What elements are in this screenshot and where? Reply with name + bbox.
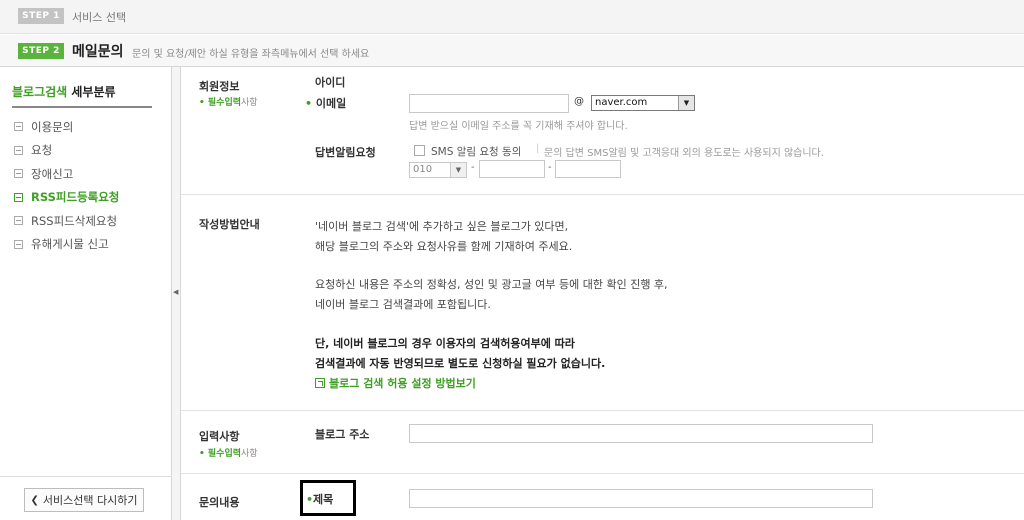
- minus-box-icon: [14, 169, 23, 179]
- sidebar-item-request[interactable]: 요청: [14, 139, 119, 163]
- sidebar-menu: 이용문의 요청 장애신고 RSS피드등록요청 RSS피드삭제요청 유해게시물 신…: [14, 115, 119, 256]
- sidebar-heading-category: 블로그검색: [12, 85, 68, 99]
- page-title: 메일문의: [72, 44, 124, 60]
- guide-notice: 단, 네이버 블로그의 경우 이용자의 검색허용여부에 따라: [315, 337, 575, 350]
- dropdown-arrow-icon: ▼: [450, 163, 466, 177]
- separator: |: [536, 143, 540, 154]
- minus-box-icon: [14, 145, 23, 155]
- sms-consent-checkbox[interactable]: [414, 145, 425, 156]
- section-divider: [181, 194, 1024, 195]
- step1-label[interactable]: 서비스 선택: [72, 9, 126, 25]
- reselect-service-label: 서비스선택 다시하기: [42, 494, 138, 507]
- minus-box-icon: [14, 239, 23, 249]
- section-divider: [181, 473, 1024, 474]
- dropdown-arrow-icon: ▼: [678, 96, 694, 110]
- sidebar-heading: 블로그검색 세부분류: [12, 83, 152, 108]
- external-link-icon: [315, 378, 325, 388]
- step1-badge: STEP 1: [18, 8, 64, 24]
- email-domain-select[interactable]: naver.com ▼: [591, 95, 695, 111]
- collapse-arrow-icon[interactable]: ◀: [173, 288, 178, 296]
- sidebar-item-label: RSS피드등록요청: [31, 190, 120, 205]
- required-dot-icon: •: [305, 97, 313, 110]
- sidebar-item-label: 장애신고: [31, 166, 74, 181]
- step2-badge: STEP 2: [18, 43, 64, 59]
- answer-alert-label: 답변알림요청: [315, 146, 376, 159]
- guide-text: 네이버 블로그 검색결과에 포함됩니다.: [315, 298, 491, 311]
- email-hint: 답변 받으실 이메일 주소를 꼭 기재해 주셔야 합니다.: [409, 121, 628, 132]
- email-label: • 이메일: [305, 97, 347, 110]
- phone-dash: -: [548, 162, 552, 173]
- minus-box-icon: [14, 216, 23, 226]
- phone-prefix-select[interactable]: 010 ▼: [409, 162, 467, 178]
- phone-dash: -: [471, 162, 475, 173]
- section-divider: [181, 410, 1024, 411]
- email-input[interactable]: [409, 94, 569, 113]
- sidebar-footer: ❮ 서비스선택 다시하기: [0, 476, 172, 520]
- sidebar-item-label: 유해게시물 신고: [31, 237, 109, 252]
- sidebar-item-label: 요청: [31, 143, 53, 158]
- step1-bar: STEP 1 서비스 선택: [0, 0, 1024, 34]
- phone-last-input[interactable]: [555, 160, 621, 178]
- guide-text: '네이버 블로그 검색'에 추가하고 싶은 블로그가 있다면,: [315, 220, 569, 233]
- phone-middle-input[interactable]: [479, 160, 545, 178]
- phone-prefix-value: 010: [413, 164, 433, 175]
- sidebar-heading-sub: 세부분류: [71, 85, 116, 99]
- guide-notice: 검색결과에 자동 반영되므로 별도로 신청하실 필요가 없습니다.: [315, 357, 606, 370]
- sidebar-item-rss-register[interactable]: RSS피드등록요청: [14, 186, 119, 210]
- form-area: 회원정보 • 필수입력사항 아이디 • 이메일 @ naver.com ▼ 답변…: [181, 67, 1024, 520]
- sidebar-item-usage-inquiry[interactable]: 이용문의: [14, 115, 119, 139]
- chevron-left-icon: ❮: [30, 494, 39, 506]
- minus-box-icon: [14, 192, 23, 202]
- sidebar-item-label: 이용문의: [31, 119, 74, 134]
- blog-address-input[interactable]: [409, 424, 873, 443]
- step2-bar: STEP 2 메일문의 문의 및 요청/제안 하실 유형을 좌측메뉴에서 선택 …: [0, 35, 1024, 67]
- sidebar: 블로그검색 세부분류 이용문의 요청 장애신고 RSS피드등록요청 RSS피드삭…: [0, 67, 172, 520]
- blog-address-label: 블로그 주소: [315, 428, 370, 441]
- sidebar-splitter[interactable]: ◀: [172, 67, 181, 520]
- id-label: 아이디: [315, 76, 346, 89]
- input-section-label: 입력사항: [199, 430, 240, 443]
- sms-note: 문의 답변 SMS알림 및 고객응대 외의 용도로는 사용되지 않습니다.: [544, 148, 824, 159]
- member-section-label: 회원정보: [199, 80, 240, 93]
- required-note: • 필수입력사항: [199, 449, 258, 459]
- minus-box-icon: [14, 122, 23, 132]
- reselect-service-button[interactable]: ❮ 서비스선택 다시하기: [24, 488, 144, 512]
- guide-text: 요청하신 내용은 주소의 정확성, 성인 및 광고글 여부 등에 대한 확인 진…: [315, 278, 668, 291]
- sidebar-item-harmful-post[interactable]: 유해게시물 신고: [14, 233, 119, 257]
- sidebar-item-label: RSS피드삭제요청: [31, 213, 118, 228]
- blog-search-settings-link[interactable]: 블로그 검색 허용 설정 방법보기: [315, 375, 476, 391]
- title-input[interactable]: [409, 489, 873, 508]
- highlight-box: [300, 480, 356, 516]
- sms-consent-label[interactable]: SMS 알림 요청 동의: [431, 144, 521, 159]
- guide-section-label: 작성방법안내: [199, 218, 260, 231]
- email-domain-value: naver.com: [595, 97, 648, 108]
- sidebar-item-error-report[interactable]: 장애신고: [14, 162, 119, 186]
- required-note: • 필수입력사항: [199, 98, 258, 108]
- sidebar-item-rss-delete[interactable]: RSS피드삭제요청: [14, 209, 119, 233]
- inquiry-section-label: 문의내용: [199, 496, 240, 509]
- guide-text: 해당 블로그의 주소와 요청사유를 함께 기재하여 주세요.: [315, 240, 573, 253]
- at-sign: @: [574, 96, 584, 107]
- page-description: 문의 및 요청/제안 하실 유형을 좌측메뉴에서 선택 하세요: [132, 49, 370, 60]
